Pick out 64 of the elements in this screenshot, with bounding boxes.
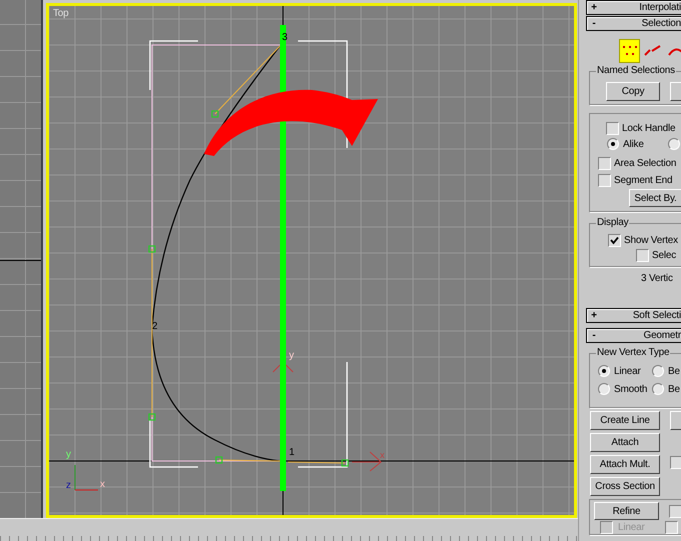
axis-label: y (289, 350, 294, 361)
radio-label: Be (668, 366, 680, 376)
group-title: Display (596, 217, 630, 228)
axis-tripod-icon (74, 464, 98, 490)
selection-bracket (149, 420, 198, 468)
radio-button[interactable] (652, 365, 664, 377)
tangent-handle[interactable] (211, 46, 280, 118)
vertex-number: 2 (152, 321, 158, 332)
segment-icon (644, 45, 662, 57)
tangent-handle[interactable] (215, 456, 280, 464)
radio-label: Smooth (614, 384, 648, 394)
group-title: Named Selections (596, 65, 676, 76)
checkbox-label: Area Selection (614, 158, 676, 169)
checkbox[interactable] (598, 157, 611, 170)
selection-bracket (149, 40, 198, 90)
rollout-header[interactable]: - Geometr (586, 328, 681, 343)
sub-object-level[interactable] (619, 39, 640, 63)
radio-button[interactable] (598, 383, 610, 395)
group-title: New Vertex Type (596, 347, 670, 358)
radio-label: Be (668, 384, 680, 394)
radio-label: Alike (623, 138, 644, 150)
command-button[interactable]: Create Line (590, 411, 660, 430)
checkbox[interactable] (669, 504, 681, 518)
selection-status: 3 Vertic (641, 273, 673, 286)
rollout-header[interactable]: + Interpolati (586, 0, 681, 15)
command-button[interactable]: Attach (590, 433, 660, 452)
select-by-button[interactable]: Select By. (629, 189, 681, 207)
command-button[interactable]: Attach Mult. (590, 455, 660, 474)
checkbox[interactable] (598, 174, 611, 187)
tangent-handle[interactable] (148, 245, 156, 328)
rollout-header[interactable]: + Soft Selecti (586, 308, 681, 323)
checkbox[interactable] (670, 456, 681, 469)
checkbox-label: Lock Handle (622, 122, 676, 134)
side-viewport[interactable] (0, 0, 43, 518)
tangent-handle[interactable] (288, 459, 349, 467)
axis-label: x (380, 450, 384, 460)
checkbox[interactable] (608, 234, 621, 247)
axis-label: y (66, 449, 71, 460)
radio-label: Linear (614, 366, 642, 376)
radio-button[interactable] (598, 365, 610, 377)
vertex-number: 1 (289, 447, 294, 458)
checkbox-label: Show Vertex (624, 235, 678, 246)
rollout-header[interactable]: - Selection (586, 16, 681, 31)
radio-button[interactable] (652, 383, 664, 395)
viewport-label: Top (53, 8, 69, 19)
checkbox[interactable] (606, 122, 619, 134)
checkbox-label: Segment End (614, 175, 672, 186)
axis-label: x (100, 479, 105, 490)
vertex-dots-icon (622, 45, 638, 57)
radio-button[interactable] (668, 138, 680, 150)
checkbox[interactable] (636, 249, 649, 262)
track-bar[interactable] (0, 518, 578, 541)
checkbox[interactable] (600, 521, 613, 534)
checkbox-label: Selec (652, 250, 676, 261)
vertex-number: 3 (282, 32, 288, 43)
radio-button[interactable] (607, 138, 619, 150)
command-button[interactable]: Cross Section (590, 477, 660, 496)
refine-button[interactable]: Refine (594, 502, 659, 520)
checkbox[interactable] (664, 521, 678, 534)
copy-button[interactable]: Copy (606, 82, 660, 101)
axis-label: z (66, 480, 71, 491)
top-viewport[interactable]: x y y z x 1 2 3 Top (46, 3, 577, 518)
checkbox-label: Linear (618, 522, 645, 533)
tangent-handle[interactable] (148, 328, 156, 421)
